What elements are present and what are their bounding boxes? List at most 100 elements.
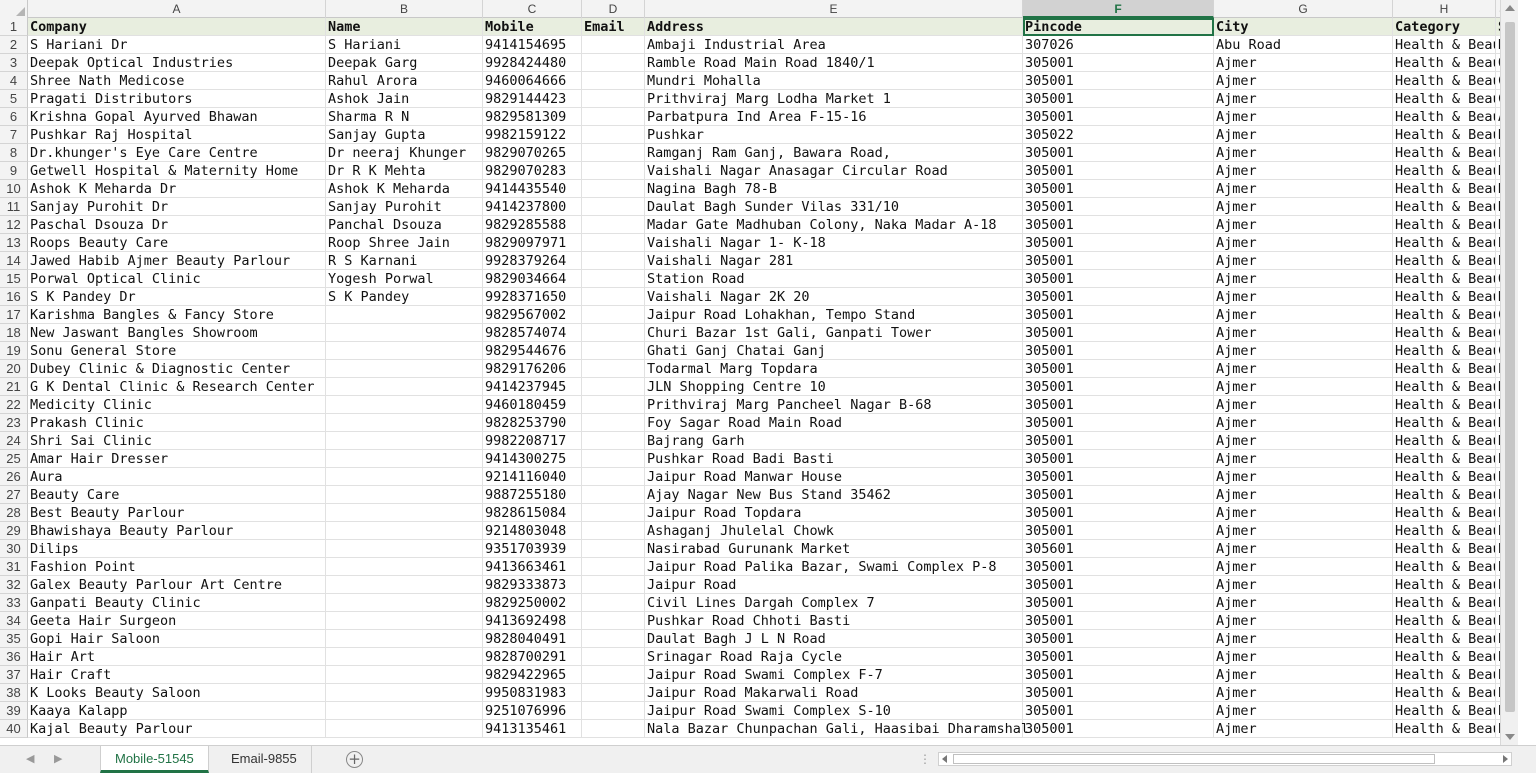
sheet-tab-mobile[interactable]: Mobile-51545 [100,746,209,773]
row-number[interactable]: 24 [0,432,28,450]
table-cell[interactable]: Panchal Dsouza [326,216,483,234]
scroll-up-icon[interactable] [1505,5,1515,11]
table-cell[interactable]: Health & Beau [1393,378,1496,396]
table-cell[interactable]: Ajmer [1214,342,1393,360]
column-header-h[interactable]: H [1393,0,1496,18]
table-cell[interactable]: S K Pandey [326,288,483,306]
table-cell[interactable] [582,414,645,432]
row-number[interactable]: 8 [0,144,28,162]
table-cell[interactable] [582,270,645,288]
table-cell[interactable]: Shri Sai Clinic [28,432,326,450]
table-cell[interactable] [582,576,645,594]
table-cell[interactable] [582,450,645,468]
table-cell[interactable]: S K Pandey Dr [28,288,326,306]
row-number[interactable]: 15 [0,270,28,288]
table-cell[interactable]: Prithviraj Marg Pancheel Nagar B-68 [645,396,1023,414]
table-cell[interactable]: Jaipur Road Makarwali Road [645,684,1023,702]
table-cell[interactable]: Prithviraj Marg Lodha Market 1 [645,90,1023,108]
table-cell[interactable] [582,216,645,234]
table-cell[interactable]: Ajmer [1214,558,1393,576]
table-cell[interactable] [582,630,645,648]
table-cell[interactable] [582,324,645,342]
table-cell[interactable]: 305001 [1023,108,1214,126]
table-cell[interactable]: 9829144423 [483,90,582,108]
table-cell[interactable]: Ajmer [1214,306,1393,324]
table-cell[interactable]: 9829567002 [483,306,582,324]
table-cell[interactable]: 305001 [1023,612,1214,630]
table-cell[interactable] [326,720,483,738]
table-cell[interactable]: 305001 [1023,270,1214,288]
table-cell[interactable]: 9829070265 [483,144,582,162]
row-number[interactable]: 35 [0,630,28,648]
table-cell[interactable]: Ashaganj Jhulelal Chowk [645,522,1023,540]
table-cell[interactable]: 305601 [1023,540,1214,558]
table-cell[interactable]: Ajmer [1214,72,1393,90]
table-cell[interactable]: 305001 [1023,198,1214,216]
table-cell[interactable] [582,252,645,270]
table-cell[interactable]: Health & Beau [1393,180,1496,198]
table-cell[interactable]: 9414154695 [483,36,582,54]
row-number[interactable]: 25 [0,450,28,468]
table-cell[interactable]: 9414300275 [483,450,582,468]
table-cell[interactable]: 305001 [1023,216,1214,234]
table-cell[interactable]: Ajmer [1214,720,1393,738]
table-cell[interactable]: Ajmer [1214,162,1393,180]
table-cell[interactable]: 9982159122 [483,126,582,144]
table-cell[interactable] [582,378,645,396]
row-number[interactable]: 16 [0,288,28,306]
column-header-f[interactable]: F [1023,0,1214,18]
table-cell[interactable]: Ambaji Industrial Area [645,36,1023,54]
table-cell[interactable]: Health & Beau [1393,234,1496,252]
table-cell[interactable] [582,234,645,252]
table-cell[interactable]: 9414435540 [483,180,582,198]
table-cell[interactable]: 305001 [1023,504,1214,522]
row-number[interactable]: 34 [0,612,28,630]
table-cell[interactable] [582,90,645,108]
table-cell[interactable]: 9460180459 [483,396,582,414]
table-cell[interactable]: Jaipur Road [645,576,1023,594]
table-cell[interactable]: Health & Beau [1393,576,1496,594]
table-cell[interactable]: Health & Beau [1393,720,1496,738]
plus-circle-icon[interactable]: + [346,751,363,768]
table-cell[interactable] [582,306,645,324]
table-cell[interactable] [326,522,483,540]
table-cell[interactable]: 305001 [1023,162,1214,180]
table-cell[interactable]: Health & Beau [1393,252,1496,270]
horizontal-scrollbar[interactable] [938,752,1512,766]
table-cell[interactable]: 305001 [1023,720,1214,738]
table-cell[interactable]: Dilips [28,540,326,558]
table-cell[interactable] [582,540,645,558]
table-cell[interactable]: 305001 [1023,180,1214,198]
table-cell[interactable]: Ashok K Meharda [326,180,483,198]
table-cell[interactable]: Deepak Garg [326,54,483,72]
table-cell[interactable]: New Jaswant Bangles Showroom [28,324,326,342]
table-cell[interactable] [326,666,483,684]
table-cell[interactable]: 305001 [1023,324,1214,342]
table-cell[interactable]: Shree Nath Medicose [28,72,326,90]
table-cell[interactable]: Ajmer [1214,324,1393,342]
table-cell[interactable]: Ajmer [1214,288,1393,306]
table-cell[interactable]: Jawed Habib Ajmer Beauty Parlour [28,252,326,270]
table-cell[interactable]: Vaishali Nagar 281 [645,252,1023,270]
table-cell[interactable]: 305001 [1023,342,1214,360]
table-cell[interactable]: Ajmer [1214,252,1393,270]
sheet-tab-email[interactable]: Email-9855 [217,746,312,773]
table-cell[interactable]: 305001 [1023,576,1214,594]
header-cell[interactable]: Category [1393,18,1496,36]
table-cell[interactable]: Health & Beau [1393,396,1496,414]
table-cell[interactable]: Ajmer [1214,180,1393,198]
table-cell[interactable]: Nagina Bagh 78-B [645,180,1023,198]
table-cell[interactable]: Jaipur Road Swami Complex S-10 [645,702,1023,720]
table-cell[interactable]: 9414237945 [483,378,582,396]
header-cell[interactable]: City [1214,18,1393,36]
table-cell[interactable]: Dubey Clinic & Diagnostic Center [28,360,326,378]
row-number[interactable]: 32 [0,576,28,594]
table-cell[interactable]: 305001 [1023,252,1214,270]
table-cell[interactable]: Jaipur Road Topdara [645,504,1023,522]
table-cell[interactable] [582,486,645,504]
row-number[interactable]: 17 [0,306,28,324]
table-cell[interactable]: Yogesh Porwal [326,270,483,288]
table-cell[interactable]: 9829581309 [483,108,582,126]
table-cell[interactable]: Sanjay Purohit Dr [28,198,326,216]
table-cell[interactable]: 305001 [1023,72,1214,90]
